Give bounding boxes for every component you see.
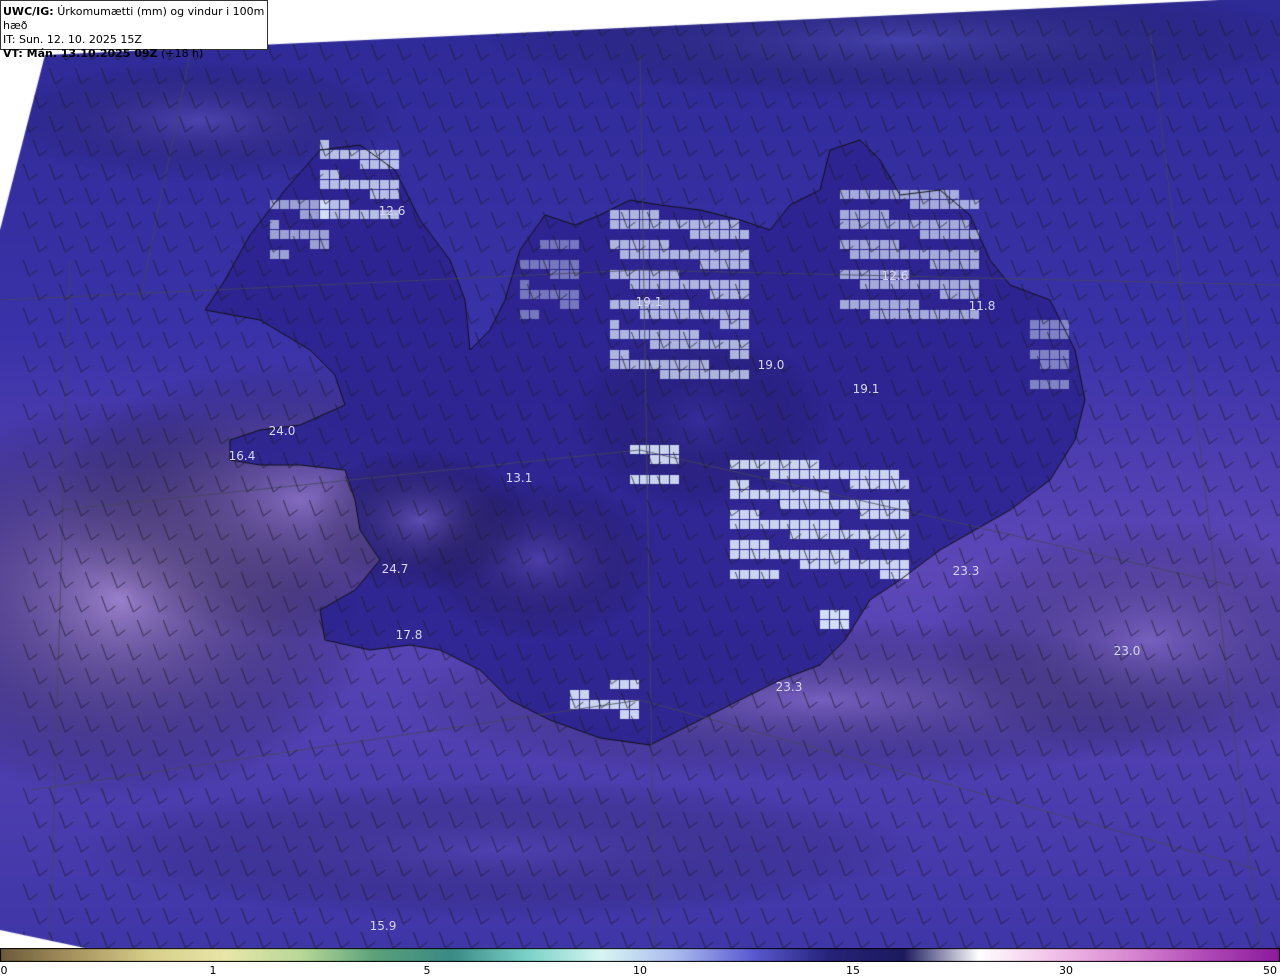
max-value-label: 24.0 (269, 424, 296, 438)
max-value-label: 15.9 (370, 919, 397, 933)
colorbar-tick: 30 (1059, 964, 1073, 977)
colorbar-tick: 1 (209, 964, 217, 977)
max-value-label: 12.6 (882, 269, 909, 283)
max-value-label: 24.7 (382, 562, 409, 576)
colorbar-tick: 15 (846, 964, 860, 977)
max-value-label: 23.0 (1114, 644, 1141, 658)
max-value-label: 23.3 (953, 564, 980, 578)
colorbar-tick: 10 (633, 964, 647, 977)
max-value-label: 19.0 (758, 358, 785, 372)
colorbar (0, 948, 1280, 962)
max-value-label: 17.8 (396, 628, 423, 642)
colorbar-tick: 0 (0, 964, 8, 977)
value-labels-layer: 12.6 12.6 11.8 19.1 19.0 19.1 24.0 16.4 13.1 23.3… (229, 204, 1141, 933)
max-value-label: 13.1 (506, 471, 533, 485)
colorbar-ticks: 0 1 5 10 15 30 50 (0, 962, 1280, 978)
colorbar-tick: 5 (423, 964, 431, 977)
max-value-label: 12.6 (379, 204, 406, 218)
colorbar-tick: 50 (1263, 964, 1277, 977)
max-value-label: 19.1 (853, 382, 880, 396)
max-value-label: 11.8 (969, 299, 996, 313)
max-value-label: 19.1 (636, 295, 663, 309)
max-value-label: 16.4 (229, 449, 256, 463)
max-value-label: 23.3 (776, 680, 803, 694)
